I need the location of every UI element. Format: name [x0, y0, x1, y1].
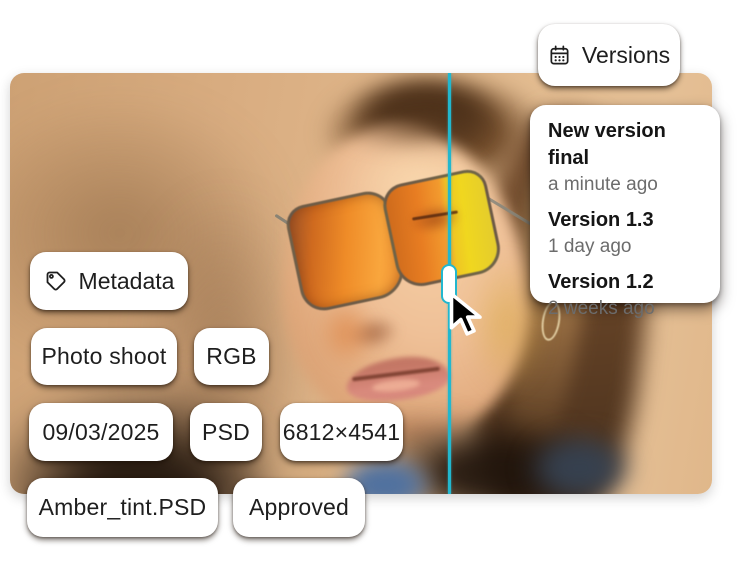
version-time: a minute ago	[548, 172, 702, 198]
versions-button[interactable]: Versions	[538, 24, 680, 86]
pill-filename[interactable]: Amber_tint.PSD	[27, 478, 218, 537]
version-item-1-3[interactable]: Version 1.3 1 day ago	[548, 207, 702, 260]
version-title: Version 1.2	[548, 269, 702, 296]
versions-panel: New version final a minute ago Version 1…	[530, 105, 720, 303]
pill-date[interactable]: 09/03/2025	[29, 403, 173, 461]
version-title: Version 1.3	[548, 207, 702, 234]
pill-format[interactable]: PSD	[190, 403, 262, 461]
pill-color-mode[interactable]: RGB	[194, 328, 269, 385]
version-time: 2 weeks ago	[548, 296, 702, 322]
version-item-1-2[interactable]: Version 1.2 2 weeks ago	[548, 269, 702, 322]
calendar-icon	[548, 44, 571, 67]
version-time: 1 day ago	[548, 234, 702, 260]
version-item-new[interactable]: New version final a minute ago	[548, 118, 702, 198]
cursor-icon	[448, 291, 488, 339]
pill-dimensions[interactable]: 6812×4541	[280, 403, 403, 461]
marketing-ui-composite: Versions New version final a minute ago …	[0, 0, 750, 563]
versions-button-label: Versions	[582, 42, 670, 69]
metadata-button-label: Metadata	[79, 268, 175, 295]
tag-icon	[44, 269, 68, 293]
pill-photo-shoot[interactable]: Photo shoot	[31, 328, 177, 385]
pill-status[interactable]: Approved	[233, 478, 365, 537]
metadata-button[interactable]: Metadata	[30, 252, 188, 310]
version-title: New version final	[548, 118, 702, 172]
